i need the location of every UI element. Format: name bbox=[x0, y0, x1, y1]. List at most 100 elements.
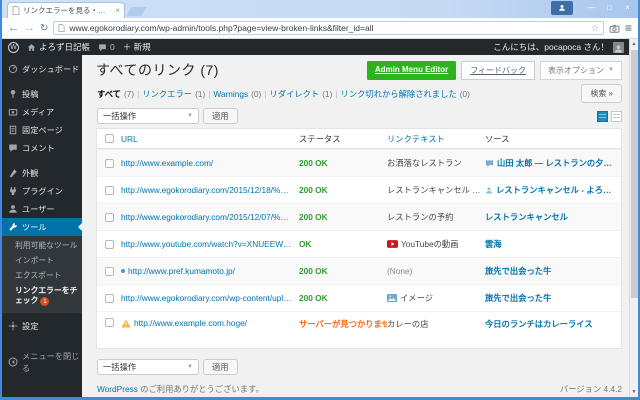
back-button-icon[interactable]: ← bbox=[8, 22, 19, 34]
sidebar-collapse-menu[interactable]: メニューを閉じる bbox=[2, 347, 82, 377]
camera-extension-icon[interactable] bbox=[609, 23, 620, 34]
row-checkbox[interactable] bbox=[104, 212, 114, 222]
sidebar-item-plugins[interactable]: プラグイン bbox=[2, 182, 82, 200]
user-icon bbox=[9, 205, 17, 213]
sidebar-item-media[interactable]: メディア bbox=[2, 103, 82, 121]
footer-thanks-text: のご利用ありがとうございます。 bbox=[137, 384, 264, 394]
admin-bar-greeting[interactable]: こんにちは、pocapoca さん！ bbox=[493, 41, 609, 53]
source-link[interactable]: 旅先で出会った牛 bbox=[485, 292, 551, 304]
sidebar-item-pages[interactable]: 固定ページ bbox=[2, 121, 82, 139]
wordpress-logo-icon[interactable]: W bbox=[8, 41, 19, 53]
admin-footer: WordPress のご利用ありがとうございます。 バージョン 4.4.2 bbox=[96, 379, 622, 397]
browser-titlebar: リンクエラーを見る・よろず日記 × — □ × bbox=[2, 0, 638, 18]
link-url[interactable]: http://www.egokorodiary.com/wp-content/u… bbox=[121, 293, 293, 303]
source-link[interactable]: レストランキャンセル - よろず日... bbox=[496, 184, 619, 196]
wordpress-footer-link[interactable]: WordPress bbox=[97, 384, 138, 394]
admin-bar-comments[interactable]: 0 bbox=[98, 42, 115, 52]
row-checkbox[interactable] bbox=[104, 239, 114, 249]
link-url[interactable]: http://www.example.com.hoge/ bbox=[134, 318, 247, 328]
header-status: ステータス bbox=[299, 133, 341, 144]
table-header: URL ステータス リンクテキスト ソース bbox=[97, 129, 621, 149]
chrome-menu-icon[interactable]: ≡ bbox=[625, 22, 632, 34]
link-url[interactable]: http://www.egokorodiary.com/2015/12/18/%… bbox=[121, 185, 293, 195]
comment-bubble-icon bbox=[9, 144, 17, 152]
row-checkbox[interactable] bbox=[104, 158, 114, 168]
tab-title: リンクエラーを見る・よろず日記 bbox=[23, 6, 113, 15]
admin-menu-editor-button[interactable]: Admin Menu Editor bbox=[366, 60, 457, 80]
table-row: http://www.egokorodiary.com/2015/12/07/%… bbox=[97, 203, 621, 230]
apply-button[interactable]: 適用 bbox=[203, 359, 238, 375]
row-checkbox[interactable] bbox=[104, 293, 114, 303]
select-all-checkbox[interactable] bbox=[104, 134, 114, 143]
submenu-item-import[interactable]: インポート bbox=[2, 253, 82, 268]
apply-button[interactable]: 適用 bbox=[203, 108, 238, 124]
sidebar-item-tools[interactable]: ツール bbox=[2, 218, 82, 236]
links-table: URL ステータス リンクテキスト ソース http://www.example… bbox=[96, 128, 622, 349]
bulk-action-select[interactable]: 一括操作 ▼ bbox=[97, 359, 199, 375]
forward-button-icon[interactable]: → bbox=[24, 22, 35, 34]
sidebar-item-appearance[interactable]: 外観 bbox=[2, 164, 82, 182]
link-text: レストランキャンセル - よろず日記... bbox=[387, 185, 481, 195]
home-icon bbox=[27, 43, 36, 51]
address-bar[interactable]: www.egokorodiary.com/wp-admin/tools.php?… bbox=[53, 21, 604, 35]
bookmark-star-icon[interactable]: ☆ bbox=[591, 23, 599, 33]
browser-tab[interactable]: リンクエラーを見る・よろず日記 × bbox=[7, 2, 125, 18]
table-row: http://www.youtube.com/watch?v=XNUEEWaaq… bbox=[97, 230, 621, 257]
scroll-down-icon[interactable]: ▼ bbox=[630, 387, 638, 397]
row-checkbox[interactable] bbox=[104, 266, 114, 276]
filter-all[interactable]: すべて bbox=[97, 88, 121, 100]
view-toggle-compact[interactable] bbox=[597, 110, 608, 122]
source-link[interactable]: レストランキャンセル bbox=[485, 211, 568, 223]
submenu-item-export[interactable]: エクスポート bbox=[2, 268, 82, 283]
search-button[interactable]: 検索 » bbox=[581, 84, 622, 103]
link-url[interactable]: http://www.youtube.com/watch?v=XNUEEWaaq… bbox=[121, 239, 293, 249]
scroll-up-icon[interactable]: ▲ bbox=[630, 39, 638, 49]
maximize-button[interactable]: □ bbox=[601, 1, 618, 15]
filter-dismissed[interactable]: リンク切れから解除されました bbox=[341, 88, 457, 100]
url-text[interactable]: www.egokorodiary.com/wp-admin/tools.php?… bbox=[69, 23, 587, 33]
minimize-button[interactable]: — bbox=[583, 1, 600, 15]
header-url[interactable]: URL bbox=[121, 134, 138, 144]
page-favicon-icon bbox=[12, 6, 20, 15]
sidebar-item-dashboard[interactable]: ダッシュボード bbox=[2, 60, 82, 78]
source-link[interactable]: 山田 太郎 — レストランの夕食い... bbox=[497, 157, 619, 169]
sidebar-item-settings[interactable]: 設定 bbox=[2, 317, 82, 335]
filter-redirects[interactable]: リダイレクト bbox=[269, 88, 319, 100]
tools-submenu: 利用可能なツール インポート エクスポート リンクエラーをチェック 1 bbox=[2, 236, 82, 313]
new-tab-button[interactable] bbox=[126, 7, 147, 16]
feedback-button[interactable]: フィードバック bbox=[461, 60, 536, 80]
close-button[interactable]: × bbox=[619, 1, 636, 15]
dashboard-icon bbox=[8, 64, 18, 74]
row-checkbox[interactable] bbox=[104, 318, 114, 327]
sidebar-item-posts[interactable]: 投稿 bbox=[2, 85, 82, 103]
source-link[interactable]: 雲海 bbox=[485, 238, 502, 250]
admin-bar-new-button[interactable]: ＋ 新規 bbox=[123, 41, 151, 53]
bulk-action-select[interactable]: 一括操作 ▼ bbox=[97, 108, 199, 124]
redirect-dot-icon bbox=[121, 269, 125, 273]
table-row: http://www.example.com/ 200 OK お洒落なレストラン… bbox=[97, 149, 621, 176]
page-scrollbar[interactable]: ▲ ▼ bbox=[629, 39, 638, 397]
sidebar-item-users[interactable]: ユーザー bbox=[2, 200, 82, 218]
filter-warnings[interactable]: Warnings bbox=[213, 89, 248, 99]
header-link-text[interactable]: リンクテキスト bbox=[387, 133, 445, 145]
source-link[interactable]: 今日のランチはカレーライス bbox=[485, 318, 593, 330]
link-url[interactable]: http://www.pref.kumamoto.jp/ bbox=[128, 266, 235, 276]
submenu-item-available-tools[interactable]: 利用可能なツール bbox=[2, 238, 82, 253]
screen-options-button[interactable]: 表示オプション ▼ bbox=[540, 60, 622, 80]
submenu-item-check-link-errors[interactable]: リンクエラーをチェック 1 bbox=[2, 283, 82, 308]
tab-close-icon[interactable]: × bbox=[115, 6, 120, 15]
link-text: (None) bbox=[387, 266, 413, 276]
profile-button[interactable] bbox=[551, 1, 573, 15]
link-url[interactable]: http://www.egokorodiary.com/2015/12/07/%… bbox=[121, 212, 293, 222]
source-link[interactable]: 旅先で出会った牛 bbox=[485, 265, 551, 277]
admin-bar-site-menu[interactable]: よろず日記帳 bbox=[27, 41, 90, 53]
reload-button-icon[interactable]: ↻ bbox=[40, 23, 48, 34]
sidebar-item-comments[interactable]: コメント bbox=[2, 139, 82, 157]
scrollbar-thumb[interactable] bbox=[631, 50, 638, 298]
filter-broken[interactable]: リンクエラー bbox=[142, 88, 192, 100]
link-url[interactable]: http://www.example.com/ bbox=[121, 158, 213, 168]
avatar[interactable] bbox=[613, 41, 624, 53]
view-toggle-detailed[interactable] bbox=[611, 110, 622, 122]
wp-sidebar: ダッシュボード 投稿 メディア 固定ページ コメント 外観 プラグイン ユーザー… bbox=[2, 55, 82, 397]
row-checkbox[interactable] bbox=[104, 185, 114, 195]
